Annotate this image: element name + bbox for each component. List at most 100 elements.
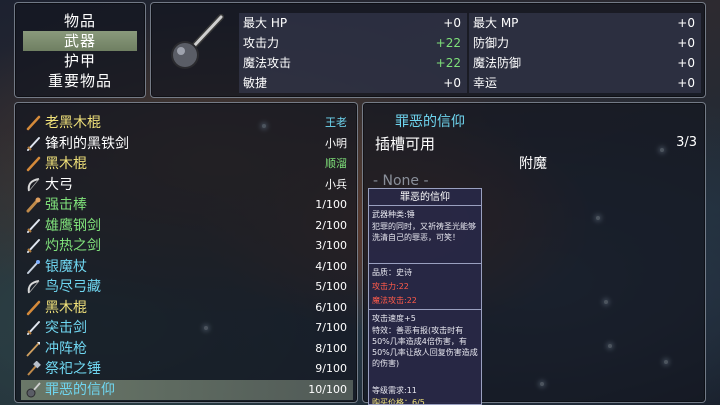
weapon-list-item[interactable]: 罪恶的信仰 10/100 (21, 379, 353, 400)
staff-icon (26, 156, 41, 172)
tooltip-type: 武器种类:锤 (372, 210, 415, 219)
weapon-count: 2/100 (315, 218, 347, 232)
weapon-count: 小兵 (325, 177, 347, 191)
category-armor[interactable]: 护甲 (23, 51, 137, 71)
stat-value: +22 (435, 36, 461, 50)
stat-label: 魔法防御 (473, 56, 522, 70)
weapon-count: 小明 (325, 136, 347, 150)
weapon-count: 6/100 (315, 300, 347, 314)
weapon-list-item[interactable]: 冲阵枪 8/100 (21, 339, 353, 359)
stat-value: +0 (677, 76, 695, 90)
weapon-count: 9/100 (315, 362, 347, 375)
stat-label: 攻击力 (243, 36, 280, 50)
empty-slot[interactable]: - None - (373, 173, 429, 189)
spear-icon (26, 341, 40, 357)
wand-icon (27, 259, 40, 274)
enchant-label: 附魔 (519, 156, 547, 172)
stat-row: 最大 MP +0 (469, 13, 701, 33)
stat-row: 敏捷 +0 (239, 73, 467, 93)
stat-value: +0 (443, 16, 461, 30)
weapon-list-item[interactable]: 银魔杖 4/100 (21, 257, 353, 277)
weapon-name: 黑木棍 (45, 156, 87, 172)
tooltip-speed: 攻击速度+5 (372, 314, 416, 323)
category-menu: 物品 武器 护甲 重要物品 (14, 2, 146, 98)
weapon-count: 1/100 (315, 198, 347, 211)
stat-value: +0 (677, 56, 695, 70)
stat-label: 魔法攻击 (243, 56, 292, 70)
stat-label: 幸运 (473, 76, 498, 90)
weapon-list-item[interactable]: 突击剑 7/100 (21, 318, 353, 338)
weapon-name: 祭祀之锤 (45, 361, 101, 377)
tooltip-quality: 品质：史诗 (372, 268, 412, 277)
slots-count: 3/3 (676, 135, 697, 150)
category-key-items[interactable]: 重要物品 (23, 71, 137, 91)
weapon-count: 顺溜 (325, 157, 347, 170)
category-weapons[interactable]: 武器 (23, 31, 137, 51)
mace-icon (26, 381, 41, 397)
slots-label: 插槽可用 (375, 135, 436, 153)
weapon-count: 7/100 (315, 321, 347, 334)
stat-label: 最大 MP (473, 16, 519, 30)
stat-row: 幸运 +0 (469, 73, 701, 93)
weapon-name: 老黑木棍 (45, 115, 101, 131)
sword-icon (27, 321, 40, 335)
stat-row: 魔法防御 +0 (469, 53, 701, 73)
weapon-list-item[interactable]: 老黑木棍 王老 (21, 113, 353, 133)
weapon-name: 罪恶的信仰 (45, 381, 115, 398)
stat-label: 最大 HP (243, 16, 288, 30)
staff-icon (26, 115, 41, 131)
category-items[interactable]: 物品 (23, 11, 137, 31)
tooltip-divider (369, 309, 481, 310)
staff-icon (26, 300, 41, 315)
stat-value: +0 (677, 16, 695, 30)
weapon-name: 锋利的黑铁剑 (45, 135, 129, 152)
detail-title: 罪恶的信仰 (395, 114, 465, 130)
stat-row: 最大 HP +0 (239, 13, 467, 33)
bow-icon (27, 280, 40, 294)
tooltip-divider (369, 263, 481, 264)
stat-label: 敏捷 (243, 76, 268, 90)
sword-icon (27, 136, 40, 151)
weapon-count: 3/100 (315, 239, 347, 252)
stat-row: 魔法攻击 +22 (239, 53, 467, 73)
stat-value: +0 (677, 36, 695, 50)
sword-icon (27, 218, 40, 233)
weapon-name: 冲阵枪 (45, 340, 87, 357)
mace-icon (171, 14, 224, 69)
stat-value: +0 (443, 76, 461, 90)
weapon-list-item[interactable]: 祭祀之锤 9/100 (21, 359, 353, 379)
weapon-name: 突击剑 (45, 320, 87, 336)
weapon-list-item[interactable]: 锋利的黑铁剑 小明 (21, 134, 353, 154)
weapon-name: 雄鹰钢剑 (45, 217, 101, 234)
weapon-list-item[interactable]: 灼热之剑 3/100 (21, 236, 353, 256)
stats-panel: 最大 HP +0 最大 MP +0 攻击力 +22 防御力 +0 魔法攻击 +2… (150, 2, 706, 98)
weapon-count: 5/100 (315, 280, 347, 293)
weapon-name: 黑木棍 (45, 299, 87, 316)
weapon-list-item[interactable]: 大弓 小兵 (21, 175, 353, 195)
weapon-count: 王老 (325, 116, 347, 129)
stat-row: 防御力 +0 (469, 33, 701, 53)
weapon-name: 大弓 (45, 176, 73, 193)
weapon-list-item[interactable]: 雄鹰钢剑 2/100 (21, 216, 353, 236)
tooltip-title: 罪恶的信仰 (369, 189, 481, 206)
club-icon (26, 197, 41, 213)
stat-value: +22 (435, 56, 461, 70)
weapon-list-item[interactable]: 强击棒 1/100 (21, 195, 353, 215)
weapon-list: 老黑木棍 王老锋利的黑铁剑 小明黑木棍 顺溜大弓 小兵强击棒 1/100 雄鹰钢剑 2/100… (14, 102, 358, 403)
bow-icon (27, 177, 40, 191)
sword-icon (27, 239, 40, 253)
stat-row: 攻击力 +22 (239, 33, 467, 53)
item-tooltip: 罪恶的信仰 武器种类:锤 犯罪的同时，又祈祷圣光能够洗清自己的罪恶，可笑！ 品质… (368, 188, 482, 405)
weapon-name: 银魔杖 (45, 258, 87, 275)
weapon-name: 灼热之剑 (45, 238, 101, 254)
weapon-name: 鸟尽弓藏 (45, 279, 101, 295)
hammer-icon (27, 361, 41, 376)
weapon-list-item[interactable]: 黑木棍 顺溜 (21, 154, 353, 174)
weapon-list-item[interactable]: 黑木棍 6/100 (21, 298, 353, 318)
weapon-list-item[interactable]: 鸟尽弓藏 5/100 (21, 277, 353, 297)
tooltip-effect: 特效：善恶有报(攻击时有50%几率造成4倍伤害，有50%几率让敌人回复伤害造成的… (372, 326, 478, 368)
weapon-count: 4/100 (315, 259, 347, 273)
weapon-name: 强击棒 (45, 197, 87, 213)
tooltip-attack: 攻击力:22 (372, 282, 409, 291)
weapon-count: 8/100 (315, 341, 347, 355)
